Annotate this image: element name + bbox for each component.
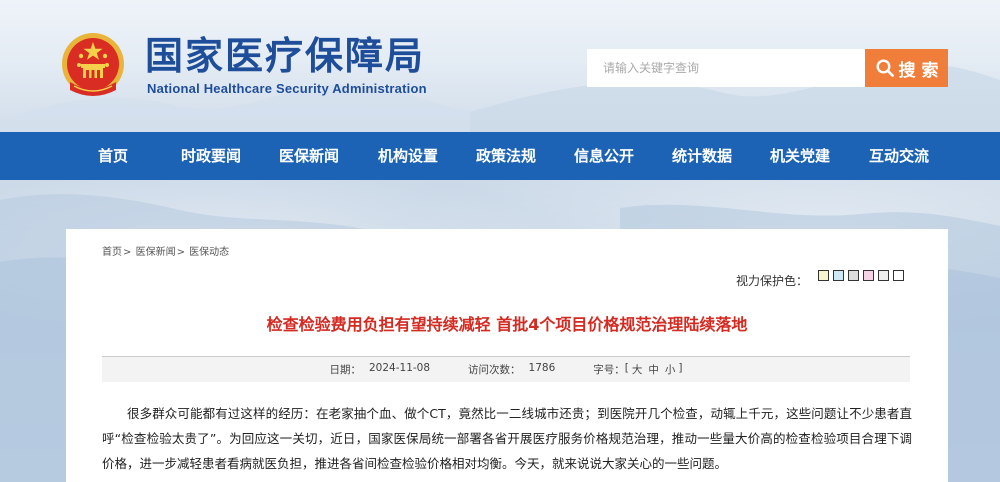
breadcrumb-separator: > xyxy=(176,247,185,258)
article-meta-bar: 日期： 2024-11-08 访问次数： 1786 字号： [ 大 中 小 ] xyxy=(102,356,910,382)
search-input[interactable] xyxy=(587,49,865,87)
nav-item-home[interactable]: 首页 xyxy=(98,132,128,180)
date-value: 2024-11-08 xyxy=(369,362,431,374)
search-button[interactable]: 搜 索 xyxy=(865,49,948,87)
article-date: 日期： 2024-11-08 xyxy=(330,362,431,377)
nav-item-interaction[interactable]: 互动交流 xyxy=(869,132,929,180)
nav-item-statistics[interactable]: 统计数据 xyxy=(672,132,732,180)
site-title: 国家医疗保障局 xyxy=(145,33,426,78)
eye-protection-swatches xyxy=(818,270,904,281)
article-body-paragraph: 很多群众可能都有过这样的经历：在老家抽个血、做个CT，竟然比一二线城市还贵；到医… xyxy=(102,406,912,471)
nav-item-current-affairs[interactable]: 时政要闻 xyxy=(181,132,241,180)
article-title: 检查检验费用负担有望持续减轻 首批4个项目价格规范治理陆续落地 xyxy=(266,315,748,334)
swatch-yellow[interactable] xyxy=(818,270,829,281)
breadcrumb-healthcare-updates[interactable]: 医保动态 xyxy=(189,247,229,258)
font-size-control: 字号： [ 大 中 小 ] xyxy=(593,362,682,377)
article-panel: 首页> 医保新闻> 医保动态 视力保护色： 检查检验费用负担有望持续减轻 首批4… xyxy=(66,229,948,482)
swatch-gray[interactable] xyxy=(848,270,859,281)
fontsize-medium-button[interactable]: 中 xyxy=(648,362,659,377)
fontsize-bracket-open: [ xyxy=(624,362,629,374)
fontsize-large-button[interactable]: 大 xyxy=(632,362,643,377)
swatch-pink[interactable] xyxy=(863,270,874,281)
article-visits: 访问次数： 1786 xyxy=(468,362,555,377)
search-button-label: 搜 索 xyxy=(898,60,939,81)
breadcrumb: 首页> 医保新闻> 医保动态 xyxy=(102,243,229,258)
fontsize-bracket-close: ] xyxy=(678,362,683,374)
national-emblem-icon xyxy=(62,33,124,96)
breadcrumb-separator: > xyxy=(123,247,132,258)
nav-item-policies[interactable]: 政策法规 xyxy=(476,132,536,180)
swatch-white[interactable] xyxy=(893,270,904,281)
fontsize-label: 字号： xyxy=(593,364,625,376)
main-nav: 首页 时政要闻 医保新闻 机构设置 政策法规 信息公开 统计数据 机关党建 互动… xyxy=(0,132,1000,180)
swatch-blue[interactable] xyxy=(833,270,844,281)
fontsize-small-button[interactable]: 小 xyxy=(665,362,676,377)
nav-item-organization[interactable]: 机构设置 xyxy=(378,132,438,180)
breadcrumb-healthcare-news[interactable]: 医保新闻 xyxy=(136,247,176,258)
eye-protection-label: 视力保护色： xyxy=(736,274,809,288)
nav-item-information-disclosure[interactable]: 信息公开 xyxy=(574,132,634,180)
swatch-light-gray[interactable] xyxy=(878,270,889,281)
site-subtitle: National Healthcare Security Administrat… xyxy=(147,81,427,96)
date-label: 日期： xyxy=(329,364,362,376)
visits-value: 1786 xyxy=(528,362,556,374)
search-icon xyxy=(875,58,895,78)
site-header: 国家医疗保障局 National Healthcare Security Adm… xyxy=(0,0,1000,132)
nav-item-party-building[interactable]: 机关党建 xyxy=(770,132,830,180)
nav-item-healthcare-news[interactable]: 医保新闻 xyxy=(279,132,339,180)
breadcrumb-home[interactable]: 首页 xyxy=(102,247,122,258)
visits-label: 访问次数： xyxy=(468,364,521,376)
